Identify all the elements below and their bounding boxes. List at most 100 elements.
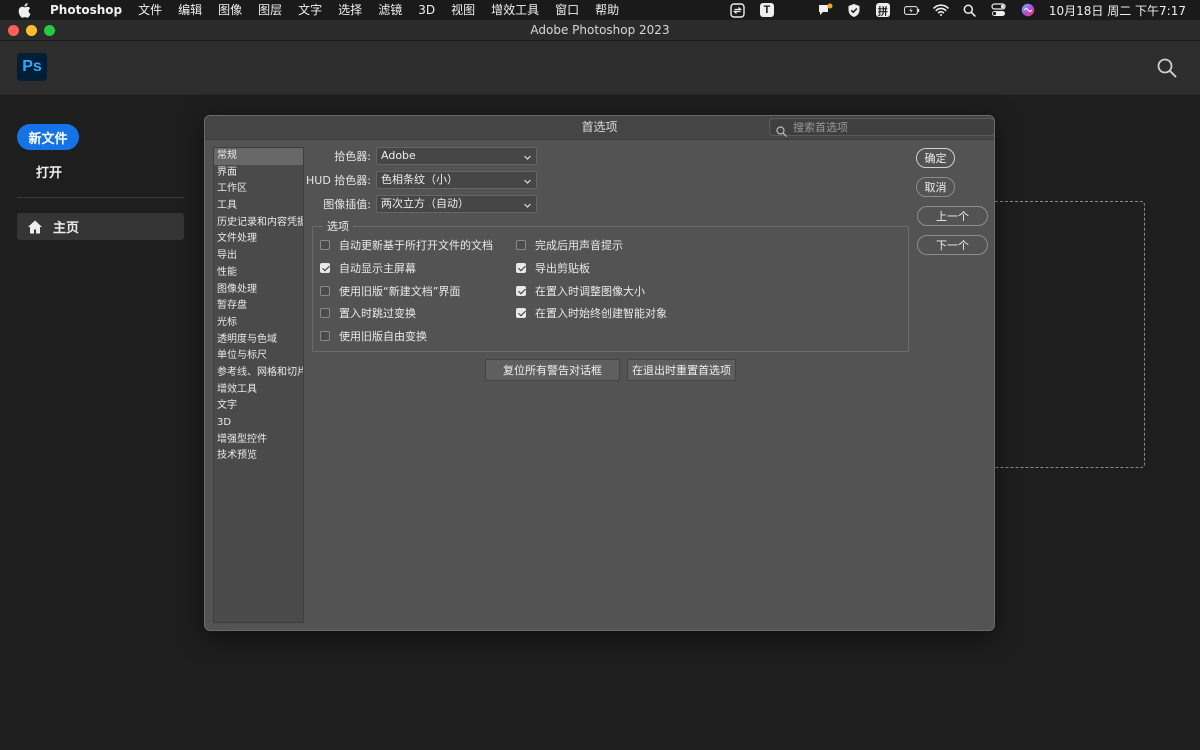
new-file-button[interactable]: 新文件	[17, 124, 79, 150]
category-performance[interactable]: 性能	[214, 265, 303, 282]
menu-layer[interactable]: 图层	[250, 0, 290, 20]
category-file-handling[interactable]: 文件处理	[214, 231, 303, 248]
option-always-create-smart-object[interactable]: 在置入时始终创建智能对象	[516, 305, 667, 321]
category-units-rulers[interactable]: 单位与标尺	[214, 348, 303, 365]
preferences-dialog: 首选项 常规 界面 工作区 工具 历史记录和内容凭据 文件处理 导出 性能 图像…	[204, 115, 995, 631]
category-interface[interactable]: 界面	[214, 165, 303, 182]
spotlight-icon[interactable]	[962, 3, 978, 17]
text-t-label: T	[759, 3, 774, 17]
option-beep-when-done[interactable]: 完成后用声音提示	[516, 237, 623, 253]
half-moon-icon[interactable]	[788, 3, 804, 17]
image-interpolation-select[interactable]: 两次立方（自动）	[376, 195, 537, 213]
category-tech-previews[interactable]: 技术预览	[214, 448, 303, 465]
option-skip-transform-on-place[interactable]: 置入时跳过变换	[320, 305, 416, 321]
menu-app-photoshop[interactable]: Photoshop	[42, 0, 130, 20]
category-3d[interactable]: 3D	[214, 415, 303, 432]
preferences-search-input[interactable]	[787, 120, 994, 134]
siri-icon[interactable]	[1020, 3, 1036, 17]
category-history[interactable]: 历史记录和内容凭据	[214, 215, 303, 232]
hud-color-picker-label: HUD 拾色器:	[306, 174, 371, 187]
drop-area	[985, 201, 1145, 468]
notification-icon[interactable]	[817, 3, 833, 17]
ps-home-header: Ps	[0, 41, 1200, 95]
menu-type[interactable]: 文字	[290, 0, 330, 20]
ps-logo: Ps	[17, 53, 47, 81]
menu-file[interactable]: 文件	[130, 0, 170, 20]
checkbox[interactable]	[516, 240, 526, 250]
menu-window[interactable]: 窗口	[547, 0, 587, 20]
search-icon	[776, 122, 787, 137]
menubar-clock[interactable]: 10月18日 周二 下午7:17	[1049, 2, 1186, 19]
checkbox[interactable]	[320, 308, 330, 318]
option-label: 完成后用声音提示	[535, 239, 623, 252]
reset-all-warnings-button[interactable]: 复位所有警告对话框	[485, 359, 620, 381]
menu-select[interactable]: 选择	[330, 0, 370, 20]
menu-edit[interactable]: 编辑	[170, 0, 210, 20]
menu-3d[interactable]: 3D	[410, 0, 443, 20]
search-icon[interactable]	[1156, 57, 1178, 79]
window-title: Adobe Photoshop 2023	[530, 23, 670, 37]
checkbox-checked[interactable]	[516, 263, 526, 273]
menu-plugins[interactable]: 增效工具	[483, 0, 547, 20]
category-guides-grid-slices[interactable]: 参考线、网格和切片	[214, 365, 303, 382]
shield-icon[interactable]	[846, 3, 862, 17]
menu-help[interactable]: 帮助	[587, 0, 627, 20]
category-workspace[interactable]: 工作区	[214, 181, 303, 198]
chevron-down-icon	[523, 151, 532, 160]
checkbox[interactable]	[320, 240, 330, 250]
open-button[interactable]: 打开	[36, 162, 62, 181]
next-button[interactable]: 下一个	[917, 235, 988, 255]
dialog-titlebar: 首选项	[205, 116, 994, 140]
color-picker-select[interactable]: Adobe	[376, 147, 537, 165]
option-export-clipboard[interactable]: 导出剪贴板	[516, 260, 590, 276]
category-image-processing[interactable]: 图像处理	[214, 282, 303, 299]
option-auto-show-home-screen[interactable]: 自动显示主屏幕	[320, 260, 416, 276]
options-group-title: 选项	[323, 218, 353, 234]
category-plugins[interactable]: 增效工具	[214, 382, 303, 399]
battery-icon[interactable]	[903, 3, 920, 17]
checkbox-checked[interactable]	[516, 308, 526, 318]
home-divider	[17, 197, 184, 198]
image-interpolation-value: 两次立方（自动）	[381, 197, 469, 210]
hud-color-picker-select[interactable]: 色相条纹（小）	[376, 171, 537, 189]
option-legacy-new-document[interactable]: 使用旧版“新建文档”界面	[320, 283, 460, 299]
apple-icon[interactable]	[18, 2, 34, 18]
category-list: 常规 界面 工作区 工具 历史记录和内容凭据 文件处理 导出 性能 图像处理 暂…	[213, 147, 304, 623]
category-export[interactable]: 导出	[214, 248, 303, 265]
checkbox[interactable]	[320, 331, 330, 341]
sync-icon[interactable]	[730, 2, 746, 18]
previous-button[interactable]: 上一个	[917, 206, 988, 226]
text-t-icon[interactable]: T	[759, 3, 775, 17]
preferences-search[interactable]	[769, 118, 994, 137]
window-titlebar: Adobe Photoshop 2023	[0, 20, 1200, 41]
category-general[interactable]: 常规	[214, 148, 303, 165]
checkbox-checked[interactable]	[320, 263, 330, 273]
option-label: 导出剪贴板	[535, 262, 590, 275]
checkbox-checked[interactable]	[516, 286, 526, 296]
nav-item-home-label: 主页	[53, 221, 80, 236]
pinyin-input-icon[interactable]: 拼	[875, 3, 891, 18]
nav-item-home[interactable]: 主页	[17, 213, 184, 240]
cancel-button[interactable]: 取消	[916, 177, 955, 197]
option-label: 使用旧版自由变换	[339, 330, 427, 343]
image-interpolation-row: 图像插值:	[309, 195, 371, 213]
wifi-icon[interactable]	[933, 3, 949, 17]
category-transparency-gamut[interactable]: 透明度与色域	[214, 332, 303, 349]
menu-image[interactable]: 图像	[210, 0, 250, 20]
pinyin-input-label: 拼	[875, 3, 890, 18]
chevron-down-icon	[523, 199, 532, 208]
reset-prefs-on-quit-button[interactable]: 在退出时重置首选项	[627, 359, 736, 381]
menu-filter[interactable]: 滤镜	[370, 0, 410, 20]
category-type[interactable]: 文字	[214, 398, 303, 415]
category-scratch-disks[interactable]: 暂存盘	[214, 298, 303, 315]
checkbox[interactable]	[320, 286, 330, 296]
category-enhanced-controls[interactable]: 增强型控件	[214, 432, 303, 449]
option-auto-update-open-docs[interactable]: 自动更新基于所打开文件的文档	[320, 237, 493, 253]
category-cursors[interactable]: 光标	[214, 315, 303, 332]
menu-view[interactable]: 视图	[443, 0, 483, 20]
option-legacy-free-transform[interactable]: 使用旧版自由变换	[320, 328, 427, 344]
option-resize-image-on-place[interactable]: 在置入时调整图像大小	[516, 283, 645, 299]
control-center-icon[interactable]	[991, 3, 1007, 17]
ok-button[interactable]: 确定	[916, 148, 955, 168]
category-tools[interactable]: 工具	[214, 198, 303, 215]
